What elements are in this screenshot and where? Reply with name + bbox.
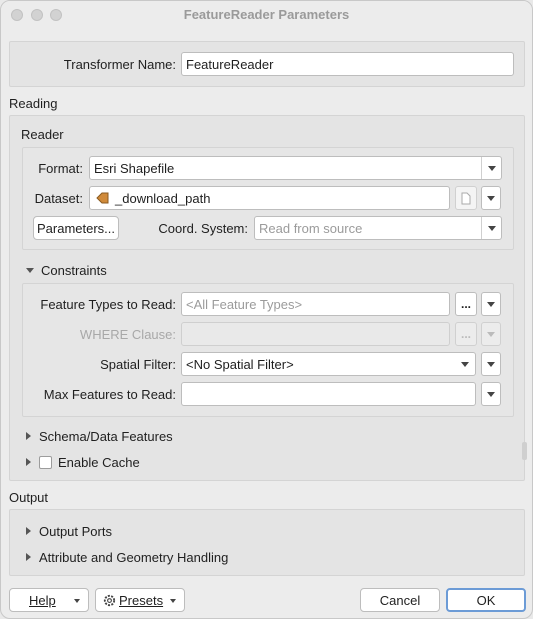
where-clause-input <box>181 322 450 346</box>
format-label: Format: <box>38 161 83 176</box>
ok-button[interactable]: OK <box>446 588 526 612</box>
coord-system-select[interactable]: Read from source <box>254 216 502 240</box>
more-icon: ... <box>460 327 471 341</box>
dataset-input[interactable]: _download_path <box>89 186 450 210</box>
chevron-right-icon <box>26 458 31 466</box>
spatial-filter-menu-button[interactable] <box>481 352 501 376</box>
feature-types-label: Feature Types to Read: <box>40 297 176 312</box>
gear-icon <box>103 594 116 606</box>
max-features-label: Max Features to Read: <box>43 387 176 402</box>
chevron-down-icon <box>26 268 34 273</box>
format-value: Esri Shapefile <box>94 161 175 176</box>
chevron-down-icon <box>487 391 495 397</box>
help-button[interactable]: Help <box>9 588 89 612</box>
coord-system-placeholder: Read from source <box>259 221 363 236</box>
title-bar: FeatureReader Parameters <box>1 1 532 29</box>
output-section-label: Output <box>9 490 49 505</box>
enable-cache-row[interactable]: Enable Cache <box>26 455 140 470</box>
transformer-name-input[interactable]: FeatureReader <box>181 52 514 76</box>
chevron-right-icon <box>26 553 31 561</box>
chevron-down-icon <box>481 217 501 239</box>
attribute-geometry-label: Attribute and Geometry Handling <box>39 550 229 565</box>
more-icon: ... <box>460 297 471 311</box>
chevron-down-icon <box>455 353 475 375</box>
chevron-right-icon <box>26 432 31 440</box>
attribute-value-icon <box>96 192 109 204</box>
feature-types-browse-button[interactable]: ... <box>455 292 477 316</box>
max-features-menu-button[interactable] <box>481 382 501 406</box>
where-clause-label: WHERE Clause: <box>79 327 176 342</box>
schema-data-features-toggle[interactable]: Schema/Data Features <box>26 429 173 444</box>
presets-button[interactable]: Presets <box>95 588 185 612</box>
max-features-input[interactable] <box>181 382 476 406</box>
parameters-button[interactable]: Parameters... <box>33 216 119 240</box>
cancel-button[interactable]: Cancel <box>360 588 440 612</box>
chevron-down-icon <box>487 301 495 307</box>
dataset-label: Dataset: <box>34 191 83 206</box>
chevron-down-icon <box>487 361 495 367</box>
spatial-filter-value: <No Spatial Filter> <box>186 357 294 372</box>
reading-section-label: Reading <box>9 96 58 111</box>
output-ports-label: Output Ports <box>39 524 112 539</box>
constraints-label: Constraints <box>41 263 107 278</box>
dataset-menu-button[interactable] <box>481 186 501 210</box>
window-title: FeatureReader Parameters <box>183 7 350 22</box>
format-select[interactable]: Esri Shapefile <box>89 156 502 180</box>
chevron-down-icon <box>487 195 495 201</box>
reader-group-label: Reader <box>21 127 64 142</box>
feature-types-input[interactable]: <All Feature Types> <box>181 292 450 316</box>
dataset-value: _download_path <box>115 191 211 206</box>
help-label: Help <box>29 592 56 608</box>
presets-label: Presets <box>119 592 164 608</box>
featurereader-dialog: FeatureReader Parameters Transformer Nam… <box>0 0 533 619</box>
chevron-down-icon <box>481 157 501 179</box>
feature-types-menu-button[interactable] <box>481 292 501 316</box>
spatial-filter-select[interactable]: <No Spatial Filter> <box>181 352 476 376</box>
chevron-down-icon <box>74 599 80 603</box>
feature-types-placeholder: <All Feature Types> <box>186 297 303 312</box>
coord-system-label: Coord. System: <box>158 221 248 236</box>
spatial-filter-label: Spatial Filter: <box>100 357 176 372</box>
attribute-geometry-toggle[interactable]: Attribute and Geometry Handling <box>26 550 228 565</box>
schema-data-features-label: Schema/Data Features <box>39 429 173 444</box>
chevron-right-icon <box>26 527 31 535</box>
chevron-down-icon <box>170 599 176 603</box>
scrollbar-thumb[interactable] <box>522 442 527 460</box>
where-clause-browse-button: ... <box>455 322 477 346</box>
where-clause-menu-button <box>481 322 501 346</box>
chevron-down-icon <box>487 331 495 337</box>
constraints-toggle[interactable]: Constraints <box>26 263 107 278</box>
transformer-name-label: Transformer Name: <box>63 57 176 72</box>
output-ports-toggle[interactable]: Output Ports <box>26 524 112 539</box>
file-icon <box>461 192 471 204</box>
browse-file-button[interactable] <box>455 186 477 210</box>
enable-cache-label: Enable Cache <box>58 455 140 470</box>
enable-cache-checkbox[interactable] <box>39 456 52 469</box>
output-panel <box>9 509 525 576</box>
